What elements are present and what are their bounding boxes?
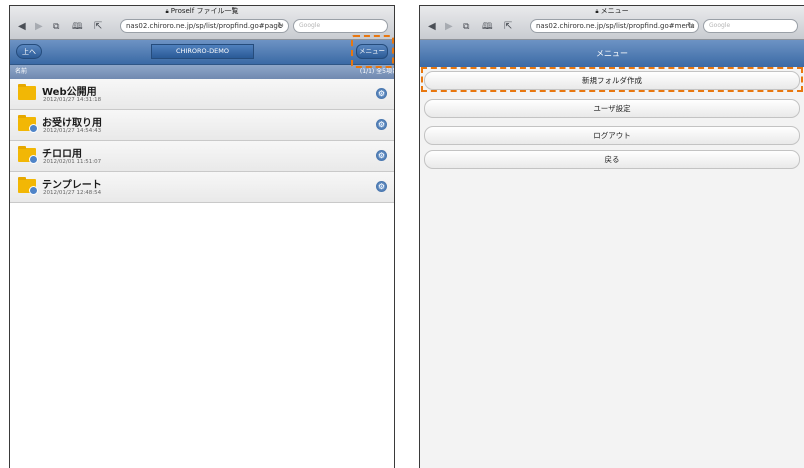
bookmarks-icon[interactable]: 🕮 (482, 20, 493, 34)
item-date: 2012/01/27 12:48:54 (43, 190, 102, 196)
reload-icon[interactable]: ↻ (687, 20, 694, 32)
url-field[interactable]: nas02.chiroro.ne.jp/sp/list/propfind.go#… (120, 19, 289, 33)
column-header: 名前 (1/1) 全5項目 (10, 65, 394, 79)
menu-screen: 🔒︎ メニュー ◀ ▶ ⧉ 🕮 ⇱ nas02.chiroro.ne.jp/sp/… (419, 5, 804, 468)
tabs-icon[interactable]: ⧉ (53, 20, 59, 34)
menu-list: 新規フォルダ作成 ユーザ設定 ログアウト 戻る (420, 67, 804, 468)
file-list-screen: 🔒︎ Proself ファイル一覧 ◀ ▶ ⧉ 🕮 ⇱ nas02.chiroro… (9, 5, 395, 468)
list-item[interactable]: Web公開用 2012/01/27 14:31:18 ⚙ (10, 79, 394, 110)
gear-icon[interactable]: ⚙ (376, 88, 387, 99)
google-search-field[interactable]: Google (293, 19, 388, 33)
browser-toolbar: 🔒︎ メニュー ◀ ▶ ⧉ 🕮 ⇱ nas02.chiroro.ne.jp/sp/… (420, 6, 804, 40)
item-date: 2012/01/27 14:31:18 (43, 97, 102, 103)
gear-icon[interactable]: ⚙ (376, 181, 387, 192)
share-icon[interactable]: ⇱ (94, 20, 102, 34)
menu-button-highlight (351, 35, 394, 68)
menu-title: メニュー (420, 40, 804, 68)
browser-page-title: 🔒︎ メニュー (595, 7, 629, 15)
name-column-label[interactable]: 名前 (15, 65, 27, 79)
item-title: チロロ用 (42, 149, 82, 160)
file-list: Web公開用 2012/01/27 14:31:18 ⚙ お受け取り用 2012… (10, 79, 394, 203)
logout-button[interactable]: ログアウト (424, 126, 800, 145)
back-button[interactable]: 戻る (424, 150, 800, 169)
share-badge-icon (29, 186, 38, 195)
list-item[interactable]: チロロ用 2012/02/01 11:51:07 ⚙ (10, 141, 394, 172)
share-badge-icon (29, 155, 38, 164)
item-title: お受け取り用 (42, 118, 102, 129)
folder-title: CHIRORO-DEMO (151, 44, 254, 59)
up-button[interactable]: 上へ (16, 44, 42, 59)
google-search-field[interactable]: Google (703, 19, 798, 33)
item-date: 2012/01/27 14:54:43 (43, 128, 102, 134)
item-title: Web公開用 (42, 87, 97, 98)
list-item[interactable]: テンプレート 2012/01/27 12:48:54 ⚙ (10, 172, 394, 203)
gear-icon[interactable]: ⚙ (376, 150, 387, 161)
share-icon[interactable]: ⇱ (504, 20, 512, 34)
share-badge-icon (29, 124, 38, 133)
lock-icon: 🔒︎ (165, 8, 169, 15)
list-item[interactable]: お受け取り用 2012/01/27 14:54:43 ⚙ (10, 110, 394, 141)
user-settings-button[interactable]: ユーザ設定 (424, 99, 800, 118)
lock-icon: 🔒︎ (595, 8, 599, 15)
shared-folder-icon (18, 146, 38, 164)
reload-icon[interactable]: ↻ (277, 20, 284, 32)
back-arrow-icon[interactable]: ◀ (428, 20, 436, 34)
browser-page-title: 🔒︎ Proself ファイル一覧 (165, 7, 239, 15)
shared-folder-icon (18, 177, 38, 195)
new-folder-highlight (421, 67, 803, 92)
back-arrow-icon[interactable]: ◀ (18, 20, 26, 34)
item-title: テンプレート (42, 180, 102, 191)
app-header: 上へ CHIRORO-DEMO メニュー (10, 40, 394, 65)
item-date: 2012/02/01 11:51:07 (43, 159, 102, 165)
shared-folder-icon (18, 115, 38, 133)
forward-arrow-icon[interactable]: ▶ (445, 20, 453, 34)
browser-toolbar: 🔒︎ Proself ファイル一覧 ◀ ▶ ⧉ 🕮 ⇱ nas02.chiroro… (10, 6, 394, 40)
url-field[interactable]: nas02.chiroro.ne.jp/sp/list/propfind.go#… (530, 19, 699, 33)
folder-icon (18, 84, 36, 100)
bookmarks-icon[interactable]: 🕮 (72, 20, 83, 34)
gear-icon[interactable]: ⚙ (376, 119, 387, 130)
forward-arrow-icon[interactable]: ▶ (35, 20, 43, 34)
tabs-icon[interactable]: ⧉ (463, 20, 469, 34)
